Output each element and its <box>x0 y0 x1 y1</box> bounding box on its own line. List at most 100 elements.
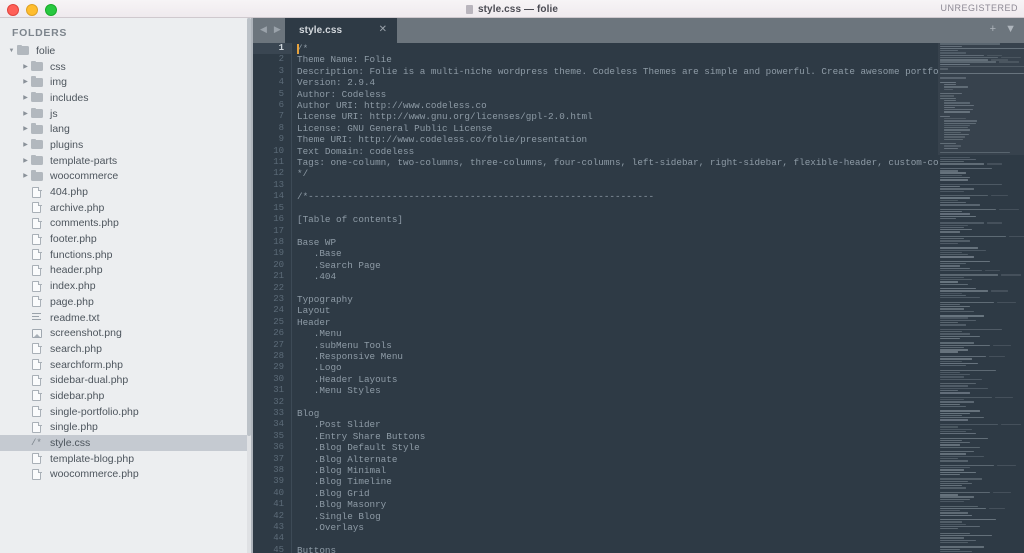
file-icon <box>31 359 45 370</box>
line-number: 8 <box>253 123 291 134</box>
code-line: License: GNU General Public License <box>297 123 987 134</box>
chevron-right-icon[interactable] <box>20 95 31 101</box>
line-number: 16 <box>253 214 291 225</box>
chevron-right-icon[interactable] <box>20 173 31 179</box>
tree-item-plugins[interactable]: plugins <box>0 137 253 153</box>
code-line: .Menu Styles <box>297 385 987 396</box>
line-number: 5 <box>253 89 291 100</box>
code-line: .Blog Minimal <box>297 465 987 476</box>
chevron-right-icon[interactable] <box>20 126 31 132</box>
chevron-right-icon[interactable]: ▶ <box>274 25 281 34</box>
tree-item-page-php[interactable]: page.php <box>0 294 253 310</box>
code-line: .subMenu Tools <box>297 340 987 351</box>
tab-style-css[interactable]: style.css ✕ <box>285 18 397 43</box>
line-number: 11 <box>253 157 291 168</box>
tree-item-js[interactable]: js <box>0 106 253 122</box>
editor-scrollbar[interactable] <box>1020 43 1024 553</box>
tree-item-comments-php[interactable]: comments.php <box>0 216 253 232</box>
tree-item-header-php[interactable]: header.php <box>0 263 253 279</box>
chevron-right-icon[interactable] <box>20 142 31 148</box>
code-line: .404 <box>297 271 987 282</box>
tree-item-includes[interactable]: includes <box>0 90 253 106</box>
tree-item-footer-php[interactable]: footer.php <box>0 231 253 247</box>
chevron-left-icon[interactable]: ◀ <box>260 25 267 34</box>
folder-icon <box>31 124 45 135</box>
line-number: 42 <box>253 511 291 522</box>
tree-item-sidebar-dual-php[interactable]: sidebar-dual.php <box>0 372 253 388</box>
tree-item-label: archive.php <box>50 202 104 214</box>
file-icon <box>31 281 45 292</box>
file-tree[interactable]: folie css img includes js lang plugins template… <box>0 43 253 492</box>
tree-item-readme-txt[interactable]: readme.txt <box>0 310 253 326</box>
tree-item-label: readme.txt <box>50 312 100 324</box>
file-icon <box>31 218 45 229</box>
line-number: 2 <box>253 54 291 65</box>
tree-item-style-css[interactable]: style.css <box>0 435 253 451</box>
tree-item-archive-php[interactable]: archive.php <box>0 200 253 216</box>
file-icon <box>31 265 45 276</box>
line-number: 24 <box>253 305 291 316</box>
close-icon[interactable]: ✕ <box>379 24 387 36</box>
tree-item-css[interactable]: css <box>0 59 253 75</box>
tree-item-template-parts[interactable]: template-parts <box>0 153 253 169</box>
code-line: License URI: http://www.gnu.org/licenses… <box>297 111 987 122</box>
tree-item-single-php[interactable]: single.php <box>0 420 253 436</box>
chevron-right-icon[interactable] <box>20 111 31 117</box>
chevron-down-icon[interactable] <box>6 48 17 54</box>
code-line: .Overlays <box>297 522 987 533</box>
tree-item-lang[interactable]: lang <box>0 121 253 137</box>
file-icon <box>31 453 45 464</box>
chevron-down-icon[interactable]: ▼ <box>1005 24 1016 35</box>
tree-item-label: sidebar-dual.php <box>50 374 128 386</box>
code-content[interactable]: /* Theme Name: Folie Description: Folie is… <box>297 43 987 553</box>
unregistered-badge: UNREGISTERED <box>940 3 1018 13</box>
file-icon <box>31 422 45 433</box>
code-editor[interactable]: 1 2 3 4 5 6 7 8 9 10 11 12 13 14 15 16 17 18 19 20 21 22 23 24 2… <box>253 43 1024 553</box>
tree-item-label: template-parts <box>50 155 117 167</box>
chevron-right-icon[interactable] <box>20 158 31 164</box>
chevron-right-icon[interactable] <box>20 79 31 85</box>
code-line: /*--------------------------------------… <box>297 191 987 202</box>
line-number: 31 <box>253 385 291 396</box>
line-number: 38 <box>253 465 291 476</box>
line-number: 43 <box>253 522 291 533</box>
code-line: .Responsive Menu <box>297 351 987 362</box>
code-line: Text Domain: codeless <box>297 146 987 157</box>
code-line: .Post Slider <box>297 419 987 430</box>
tree-item-img[interactable]: img <box>0 74 253 90</box>
line-number: 13 <box>253 180 291 191</box>
line-number: 4 <box>253 77 291 88</box>
tree-item-index-php[interactable]: index.php <box>0 278 253 294</box>
tree-item-label: single.php <box>50 421 98 433</box>
folder-icon <box>31 77 45 88</box>
tree-item-404-php[interactable]: 404.php <box>0 184 253 200</box>
plus-icon[interactable]: + <box>990 24 996 35</box>
tree-item-template-blog-php[interactable]: template-blog.php <box>0 451 253 467</box>
line-number: 36 <box>253 442 291 453</box>
tree-item-woocommerce[interactable]: woocommerce <box>0 169 253 185</box>
line-number: 18 <box>253 237 291 248</box>
line-number: 29 <box>253 362 291 373</box>
file-icon <box>31 187 45 198</box>
folder-icon <box>31 92 45 103</box>
code-minimap[interactable] <box>938 43 1024 553</box>
line-number: 1 <box>253 43 291 54</box>
tree-item-label: searchform.php <box>50 359 123 371</box>
tree-item-functions-php[interactable]: functions.php <box>0 247 253 263</box>
tree-item-sidebar-php[interactable]: sidebar.php <box>0 388 253 404</box>
code-line: .Logo <box>297 362 987 373</box>
code-line: .Blog Default Style <box>297 442 987 453</box>
tree-item-searchform-php[interactable]: searchform.php <box>0 357 253 373</box>
code-line: Buttons <box>297 545 987 553</box>
tree-item-search-php[interactable]: search.php <box>0 341 253 357</box>
code-line <box>297 203 987 214</box>
tree-item-screenshot-png[interactable]: screenshot.png <box>0 325 253 341</box>
tree-item-label: includes <box>50 92 89 104</box>
tree-item-woocommerce-php[interactable]: woocommerce.php <box>0 467 253 483</box>
tree-item-folie[interactable]: folie <box>0 43 253 59</box>
chevron-right-icon[interactable] <box>20 64 31 70</box>
line-number: 7 <box>253 111 291 122</box>
code-line: Author URI: http://www.codeless.co <box>297 100 987 111</box>
tree-item-single-portfolio-php[interactable]: single-portfolio.php <box>0 404 253 420</box>
sidebar-header: FOLDERS <box>0 18 253 43</box>
